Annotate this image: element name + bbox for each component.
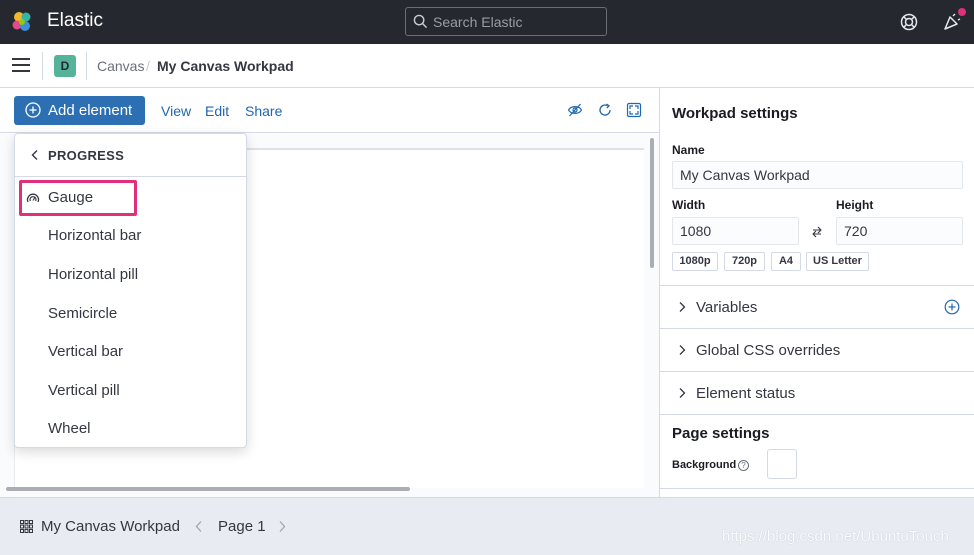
- elastic-logo-icon[interactable]: [10, 10, 34, 34]
- menu-item-semicircle[interactable]: Semicircle: [15, 296, 246, 332]
- divider: [660, 488, 974, 489]
- breadcrumb-current: My Canvas Workpad: [157, 58, 294, 74]
- breadcrumb-bar: D Canvas / My Canvas Workpad: [0, 44, 974, 88]
- menu-item-label: Vertical bar: [48, 343, 124, 360]
- menu-item-label: Horizontal bar: [48, 227, 142, 244]
- menu-title: PROGRESS: [48, 148, 125, 163]
- menu-item-wheel[interactable]: Wheel: [15, 411, 246, 447]
- accordion-variables[interactable]: Variables: [660, 285, 974, 328]
- accordion-global-css[interactable]: Global CSS overrides: [660, 328, 974, 371]
- eye-closed-icon[interactable]: [567, 102, 583, 118]
- accordion-element-status[interactable]: Element status: [660, 371, 974, 414]
- chevron-right-icon: [679, 388, 686, 398]
- horizontal-scrollbar[interactable]: [6, 487, 410, 491]
- menu-item-label: Semicircle: [48, 305, 118, 322]
- plus-in-circle-icon: [25, 102, 41, 118]
- refresh-icon[interactable]: [597, 102, 613, 118]
- menu-item-label: Vertical pill: [48, 382, 120, 399]
- space-avatar[interactable]: D: [54, 55, 76, 77]
- preset-a4-button[interactable]: A4: [771, 252, 801, 271]
- brand-name: Elastic: [47, 10, 103, 31]
- name-field[interactable]: [672, 161, 963, 189]
- menu-item-horizontal-bar[interactable]: Horizontal bar: [15, 218, 246, 254]
- watermark-text: https://blog.csdn.net/UbuntuTouch: [722, 528, 949, 545]
- width-label: Width: [672, 198, 706, 212]
- breadcrumb-separator: /: [146, 58, 150, 74]
- top-header: Elastic: [0, 0, 974, 44]
- menu-item-vertical-bar[interactable]: Vertical bar: [15, 334, 246, 370]
- divider: [86, 52, 87, 80]
- vertical-scrollbar[interactable]: [650, 138, 654, 268]
- preset-us-letter-button[interactable]: US Letter: [806, 252, 869, 271]
- footer-workpad-title: My Canvas Workpad: [41, 518, 180, 535]
- background-color-swatch[interactable]: [767, 449, 797, 479]
- add-variable-icon[interactable]: [944, 299, 960, 315]
- view-menu-button[interactable]: View: [161, 103, 191, 119]
- background-label: Background: [672, 459, 737, 471]
- width-field[interactable]: [672, 217, 799, 245]
- fullscreen-icon[interactable]: [626, 102, 642, 118]
- global-search[interactable]: [405, 7, 607, 36]
- menu-item-label: Horizontal pill: [48, 266, 139, 283]
- search-icon: [413, 14, 428, 29]
- page-indicator[interactable]: Page 1: [218, 518, 266, 535]
- workpad-toolbar: Add element View Edit Share: [0, 88, 659, 133]
- swap-dimensions-icon[interactable]: [811, 225, 823, 239]
- name-label: Name: [672, 143, 705, 157]
- chevron-right-icon: [679, 345, 686, 355]
- chevron-right-icon: [679, 302, 686, 312]
- menu-toggle-icon[interactable]: [12, 58, 30, 72]
- share-menu-button[interactable]: Share: [245, 103, 282, 119]
- workpad-footer: My Canvas Workpad Page 1 https://blog.cs…: [0, 497, 974, 555]
- page-grid-icon[interactable]: [20, 520, 33, 533]
- add-element-label: Add element: [48, 102, 133, 119]
- workpad-settings-panel: Workpad settings Name Width Height 1080p…: [659, 88, 974, 497]
- question-icon[interactable]: ?: [738, 460, 749, 471]
- notification-badge: [958, 8, 966, 16]
- breadcrumb-canvas-link[interactable]: Canvas: [97, 58, 144, 74]
- chevron-right-icon[interactable]: [277, 520, 287, 533]
- edit-menu-button[interactable]: Edit: [205, 103, 229, 119]
- panel-title: Workpad settings: [672, 105, 798, 122]
- accordion-label: Element status: [696, 385, 796, 402]
- menu-item-label: Wheel: [48, 420, 91, 437]
- divider: [660, 414, 974, 415]
- chevron-left-icon[interactable]: [194, 520, 204, 533]
- menu-item-vertical-pill[interactable]: Vertical pill: [15, 373, 246, 409]
- menu-header[interactable]: PROGRESS: [15, 134, 246, 177]
- preset-1080p-button[interactable]: 1080p: [672, 252, 718, 271]
- gauge-highlight-box: [19, 180, 137, 216]
- search-input[interactable]: [433, 12, 601, 31]
- add-element-button[interactable]: Add element: [14, 96, 145, 125]
- height-label: Height: [836, 198, 874, 212]
- accordion-label: Global CSS overrides: [696, 342, 841, 359]
- height-field[interactable]: [836, 217, 963, 245]
- help-lifebuoy-icon[interactable]: [898, 11, 920, 33]
- divider: [42, 52, 43, 80]
- menu-item-horizontal-pill[interactable]: Horizontal pill: [15, 257, 246, 293]
- accordion-label: Variables: [696, 299, 758, 316]
- preset-720p-button[interactable]: 720p: [724, 252, 765, 271]
- chevron-left-icon[interactable]: [29, 149, 41, 161]
- page-settings-title: Page settings: [672, 425, 770, 442]
